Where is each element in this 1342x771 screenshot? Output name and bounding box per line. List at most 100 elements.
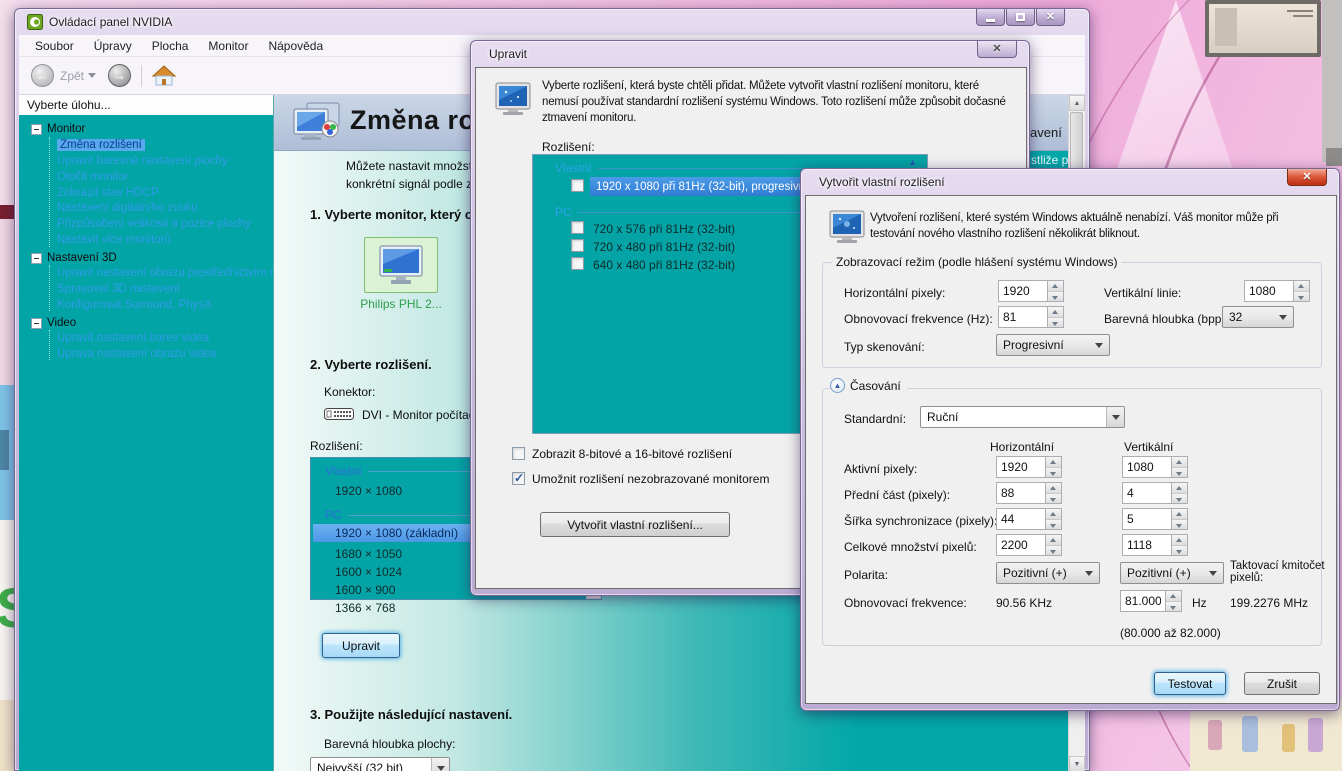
resolution-option[interactable]: 640 x 480 při 81Hz (32-bit) xyxy=(593,258,735,272)
refresh-rate-v-input[interactable] xyxy=(1120,590,1166,612)
show-8bit-checkbox[interactable] xyxy=(512,447,525,460)
spinner-buttons[interactable] xyxy=(1172,508,1188,530)
resolution-option[interactable]: 720 x 576 při 81Hz (32-bit) xyxy=(593,222,735,236)
spin-up-icon[interactable] xyxy=(1172,483,1187,494)
collapse-icon[interactable] xyxy=(31,318,42,329)
custom-dialog-titlebar[interactable]: Vytvořit vlastní rozlišení ✕ xyxy=(805,169,1335,195)
resolution-option[interactable]: 1920 × 1080 xyxy=(335,484,402,498)
sidebar-item-otocit-monitor[interactable]: Otočit monitor xyxy=(19,169,273,185)
spin-up-icon[interactable] xyxy=(1046,535,1061,546)
spinner-buttons[interactable] xyxy=(1046,456,1062,478)
spin-up-icon[interactable] xyxy=(1172,457,1187,468)
sidebar-item-zmena-rozliseni[interactable]: Změna rozlišení xyxy=(19,137,273,153)
back-history-dropdown[interactable] xyxy=(88,73,96,82)
test-button[interactable]: Testovat xyxy=(1154,672,1226,695)
spinner-buttons[interactable] xyxy=(1046,534,1062,556)
spin-up-icon[interactable] xyxy=(1046,483,1061,494)
refresh-hz-input[interactable] xyxy=(998,306,1048,328)
spinner-buttons[interactable] xyxy=(1046,508,1062,530)
collapse-icon[interactable] xyxy=(31,253,42,264)
allow-hidden-label[interactable]: Umožnit rozlišení nezobrazované monitore… xyxy=(532,472,769,486)
timing-section-header[interactable]: ▲ Časování xyxy=(830,378,907,393)
show-8bit-label[interactable]: Zobrazit 8-bitové a 16-bitové rozlišení xyxy=(532,447,732,461)
main-titlebar[interactable]: Ovládací panel NVIDIA ✕ xyxy=(19,9,1085,35)
spin-down-icon[interactable] xyxy=(1166,602,1181,612)
close-button[interactable]: ✕ xyxy=(1287,169,1327,186)
edit-button[interactable]: Upravit xyxy=(322,633,400,658)
polarity-v-dropdown[interactable]: Pozitivní (+) xyxy=(1120,562,1224,584)
sidebar-item-prizpusobeni[interactable]: Přizpůsobení velikosti a pozice plochy xyxy=(19,216,273,232)
spin-up-icon[interactable] xyxy=(1294,281,1309,292)
menu-soubor[interactable]: Soubor xyxy=(25,37,84,55)
minimize-button[interactable] xyxy=(976,9,1005,26)
menu-napoveda[interactable]: Nápověda xyxy=(258,37,333,55)
collapse-icon[interactable] xyxy=(31,124,42,135)
spinner-buttons[interactable] xyxy=(1294,280,1310,302)
back-button[interactable]: ← xyxy=(31,64,54,87)
spinner-buttons[interactable] xyxy=(1048,306,1064,328)
spinner-buttons[interactable] xyxy=(1048,280,1064,302)
sync-width-v-input[interactable] xyxy=(1122,508,1172,530)
edit-dialog-titlebar[interactable]: Upravit ✕ xyxy=(475,41,1025,67)
spin-down-icon[interactable] xyxy=(1046,520,1061,530)
sync-width-h-input[interactable] xyxy=(996,508,1046,530)
spin-up-icon[interactable] xyxy=(1172,509,1187,520)
spin-down-icon[interactable] xyxy=(1046,494,1061,504)
home-icon[interactable] xyxy=(152,64,176,88)
spinner-buttons[interactable] xyxy=(1172,534,1188,556)
sidebar-item-upravit-obrazu[interactable]: Upravit nastavení obrazu prostřednictvím… xyxy=(19,265,273,281)
close-button[interactable]: ✕ xyxy=(977,41,1017,58)
sidebar-category-video[interactable]: Video xyxy=(19,315,273,331)
resolution-checkbox[interactable] xyxy=(571,239,584,252)
vertical-lines-input[interactable] xyxy=(1244,280,1294,302)
menu-plocha[interactable]: Plocha xyxy=(142,37,199,55)
spin-up-icon[interactable] xyxy=(1166,591,1181,602)
spin-up-icon[interactable] xyxy=(1172,535,1187,546)
spin-down-icon[interactable] xyxy=(1048,318,1063,328)
resolution-option[interactable]: 720 x 480 při 81Hz (32-bit) xyxy=(593,240,735,254)
spin-down-icon[interactable] xyxy=(1048,292,1063,302)
spin-down-icon[interactable] xyxy=(1172,494,1187,504)
spinner-buttons[interactable] xyxy=(1172,482,1188,504)
spin-down-icon[interactable] xyxy=(1172,468,1187,478)
sidebar-item-obraz-videa[interactable]: Úprava nastavení obrazu videa xyxy=(19,346,273,362)
sidebar-item-spravovat-3d[interactable]: Spravovat 3D nastavení xyxy=(19,281,273,297)
front-porch-v-input[interactable] xyxy=(1122,482,1172,504)
resolution-checkbox[interactable] xyxy=(571,179,584,192)
color-depth-dropdown[interactable]: Nejvyšší (32 bit) xyxy=(310,757,450,771)
monitor-select-tile[interactable] xyxy=(364,237,438,293)
spinner-buttons[interactable] xyxy=(1172,456,1188,478)
resolution-checkbox[interactable] xyxy=(571,221,584,234)
active-pixels-v-input[interactable] xyxy=(1122,456,1172,478)
resolution-option[interactable]: 1680 × 1050 xyxy=(335,547,402,561)
menu-monitor[interactable]: Monitor xyxy=(198,37,258,55)
spin-down-icon[interactable] xyxy=(1046,546,1061,556)
spin-down-icon[interactable] xyxy=(1172,520,1187,530)
cancel-button[interactable]: Zrušit xyxy=(1244,672,1320,695)
create-custom-resolution-button[interactable]: Vytvořit vlastní rozlišení... xyxy=(540,512,730,537)
sidebar-item-upravit-barevne[interactable]: Upravit barevné nastavení plochy xyxy=(19,153,273,169)
total-pixels-v-input[interactable] xyxy=(1122,534,1172,556)
spin-up-icon[interactable] xyxy=(1046,457,1061,468)
spin-up-icon[interactable] xyxy=(1048,281,1063,292)
sidebar-item-zobrazit-hdcp[interactable]: Zobrazit stav HDCP xyxy=(19,185,273,201)
scan-type-dropdown[interactable]: Progresivní xyxy=(996,334,1110,356)
resolution-option[interactable]: 1600 × 900 xyxy=(335,583,395,597)
spinner-buttons[interactable] xyxy=(1166,590,1182,612)
spin-down-icon[interactable] xyxy=(1046,468,1061,478)
sidebar-item-digitalni-zvuk[interactable]: Nastavení digitálního zvuku xyxy=(19,200,273,216)
active-pixels-h-input[interactable] xyxy=(996,456,1046,478)
horizontal-pixels-input[interactable] xyxy=(998,280,1048,302)
sidebar-item-surround-physx[interactable]: Konfigurovat Surround, PhysX xyxy=(19,297,273,313)
forward-button[interactable]: → xyxy=(108,64,131,87)
front-porch-h-input[interactable] xyxy=(996,482,1046,504)
standard-dropdown[interactable]: Ruční xyxy=(920,406,1125,428)
close-button[interactable]: ✕ xyxy=(1036,9,1065,26)
sidebar-item-vice-monitoru[interactable]: Nastavit více monitorů xyxy=(19,232,273,248)
resolution-option[interactable]: 1366 × 768 xyxy=(335,601,395,615)
menu-upravy[interactable]: Úpravy xyxy=(84,37,142,55)
collapse-up-icon[interactable]: ▲ xyxy=(830,378,845,393)
spin-up-icon[interactable] xyxy=(1046,509,1061,520)
spinner-buttons[interactable] xyxy=(1046,482,1062,504)
maximize-button[interactable] xyxy=(1006,9,1035,26)
